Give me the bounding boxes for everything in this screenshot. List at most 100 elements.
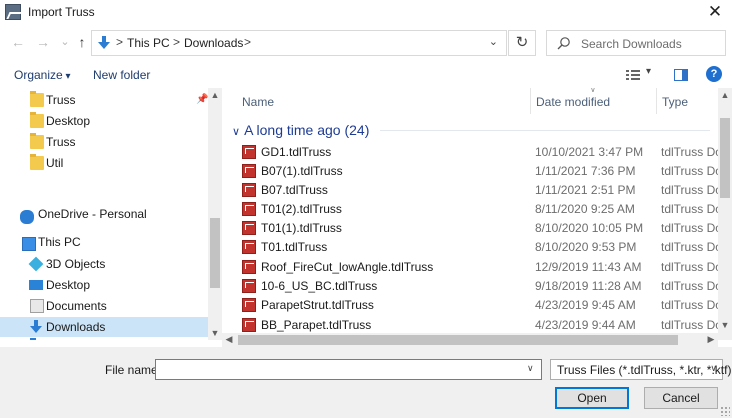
file-row[interactable]: B07(1).tdlTruss 1/11/2021 7:36 PM tdlTru… (242, 162, 732, 181)
file-name: T01.tdlTruss (261, 240, 328, 254)
view-options-icon[interactable] (626, 69, 640, 81)
file-name-input[interactable] (155, 359, 542, 380)
file-date: 1/11/2021 2:51 PM (535, 183, 636, 197)
file-row[interactable]: B07.tdlTruss 1/11/2021 2:51 PM tdlTruss … (242, 181, 732, 200)
sidebar-item-util[interactable]: Util (0, 153, 208, 173)
file-list-vertical-scrollbar[interactable]: ▲ ▼ (718, 88, 732, 340)
scroll-down-arrow[interactable]: ▼ (208, 328, 222, 338)
truss-file-icon (242, 298, 256, 312)
file-name: ParapetStrut.tdlTruss (261, 298, 374, 312)
scroll-right-arrow[interactable]: ▶ (704, 334, 718, 345)
column-header-name[interactable]: Name (242, 95, 274, 109)
cube-icon (28, 256, 44, 272)
cloud-icon (20, 210, 34, 224)
music-icon (30, 338, 36, 340)
view-dropdown-icon[interactable]: ▾ (646, 66, 651, 77)
file-date: 8/10/2020 10:05 PM (535, 221, 644, 235)
sidebar-item-this-pc[interactable]: This PC (0, 232, 208, 252)
preview-pane-icon[interactable] (674, 69, 688, 81)
sort-arrow-icon: ∨ (590, 88, 596, 94)
file-date: 9/18/2019 11:28 AM (535, 279, 642, 293)
truss-file-icon (242, 221, 256, 235)
scroll-up-arrow[interactable]: ▲ (718, 90, 732, 100)
column-divider[interactable] (656, 88, 657, 114)
cancel-button[interactable]: Cancel (644, 387, 718, 409)
scroll-up-arrow[interactable]: ▲ (208, 90, 222, 100)
folder-icon (30, 154, 44, 170)
sidebar-item-label: Downloads (46, 320, 106, 334)
sidebar-item-desktop-pc[interactable]: Desktop (0, 275, 208, 295)
up-button[interactable]: ↑ (74, 34, 90, 50)
column-header-type[interactable]: Type (662, 95, 688, 109)
sidebar-item-truss[interactable]: Truss 📌 (0, 90, 208, 110)
file-date: 1/11/2021 7:36 PM (535, 164, 636, 178)
command-bar: Organize New folder ▾ ? (0, 62, 732, 88)
sidebar-item-label: 3D Objects (46, 257, 106, 271)
scrollbar-thumb[interactable] (720, 118, 730, 198)
refresh-button[interactable]: ↻ (508, 30, 536, 56)
truss-file-icon (242, 183, 256, 197)
group-label: A long time ago (24) (244, 122, 370, 138)
sidebar-item-label: Documents (46, 299, 107, 313)
file-row[interactable]: T01.tdlTruss 8/10/2020 9:53 PM tdlTruss … (242, 238, 732, 257)
search-box[interactable]: Search Downloads (546, 30, 726, 56)
resize-grip-icon[interactable] (720, 406, 730, 416)
group-divider (380, 130, 710, 131)
file-type-select[interactable]: Truss Files (*.tdlTruss, *.ktr, *.ktf) ∨ (550, 359, 731, 380)
group-header[interactable]: ∨ A long time ago (24) (232, 122, 369, 138)
back-button[interactable]: ← (10, 34, 26, 50)
sidebar-item-desktop[interactable]: Desktop (0, 111, 208, 131)
sidebar-item-music[interactable] (0, 338, 208, 340)
breadcrumb-this-pc[interactable]: This PC (127, 36, 170, 50)
truss-file-icon (242, 260, 256, 274)
sidebar-item-3d-objects[interactable]: 3D Objects (0, 254, 208, 274)
navigation-pane-scrollbar[interactable]: ▲ ▼ (208, 88, 222, 340)
column-divider[interactable] (530, 88, 531, 114)
sidebar-item-label: Truss (46, 93, 76, 107)
new-folder-button[interactable]: New folder (93, 68, 150, 82)
file-date: 4/23/2019 9:45 AM (535, 298, 636, 312)
scrollbar-thumb[interactable] (210, 218, 220, 288)
sidebar-item-truss[interactable]: Truss (0, 132, 208, 152)
organize-button[interactable]: Organize (14, 68, 71, 82)
forward-button[interactable]: → (35, 34, 51, 50)
file-date: 8/11/2020 9:25 AM (535, 202, 635, 216)
sidebar-item-label: Util (46, 156, 64, 170)
file-row[interactable]: T01(1).tdlTruss 8/10/2020 10:05 PM tdlTr… (242, 219, 732, 238)
breadcrumb-downloads[interactable]: Downloads (184, 36, 243, 50)
file-row[interactable]: GD1.tdlTruss 10/10/2021 3:47 PM tdlTruss… (242, 143, 732, 162)
scroll-left-arrow[interactable]: ◀ (222, 334, 236, 345)
window-title: Import Truss (28, 5, 95, 19)
sidebar-item-label: Truss (46, 135, 76, 149)
app-icon (5, 4, 21, 20)
pin-icon[interactable]: 📌 (196, 94, 208, 105)
file-list-horizontal-scrollbar[interactable]: ◀ ▶ (222, 333, 718, 347)
file-name: T01(2).tdlTruss (261, 202, 342, 216)
truss-file-icon (242, 240, 256, 254)
help-icon[interactable]: ? (706, 66, 722, 82)
file-name-dropdown-icon[interactable]: ∨ (527, 363, 534, 374)
file-name: B07.tdlTruss (261, 183, 328, 197)
file-row[interactable]: ParapetStrut.tdlTruss 4/23/2019 9:45 AM … (242, 296, 732, 315)
file-row[interactable]: T01(2).tdlTruss 8/11/2020 9:25 AM tdlTru… (242, 200, 732, 219)
chevron-down-icon: ∨ (710, 363, 717, 373)
file-row[interactable]: Roof_FireCut_lowAngle.tdlTruss 12/9/2019… (242, 258, 732, 277)
sidebar-item-downloads[interactable]: Downloads (0, 317, 208, 337)
sidebar-item-documents[interactable]: Documents (0, 296, 208, 316)
file-name: BB_Parapet.tdlTruss (261, 318, 372, 332)
address-dropdown-icon[interactable]: ⌄ (489, 35, 498, 48)
recent-locations-button[interactable]: ⌄ (57, 34, 73, 50)
address-bar[interactable]: > This PC > Downloads > ⌄ (91, 30, 507, 56)
column-header-date-modified[interactable]: Date modified (536, 95, 610, 109)
sidebar-item-onedrive[interactable]: OneDrive - Personal (0, 204, 208, 224)
documents-icon (30, 299, 44, 313)
file-date: 10/10/2021 3:47 PM (535, 145, 644, 159)
file-name-label: File name: (105, 363, 162, 377)
file-row[interactable]: 10-6_US_BC.tdlTruss 9/18/2019 11:28 AM t… (242, 277, 732, 296)
truss-file-icon (242, 202, 256, 216)
close-button[interactable]: ✕ (704, 1, 726, 23)
open-button[interactable]: Open (555, 387, 629, 409)
scrollbar-thumb[interactable] (238, 335, 678, 345)
truss-file-icon (242, 145, 256, 159)
scroll-down-arrow[interactable]: ▼ (718, 320, 732, 330)
